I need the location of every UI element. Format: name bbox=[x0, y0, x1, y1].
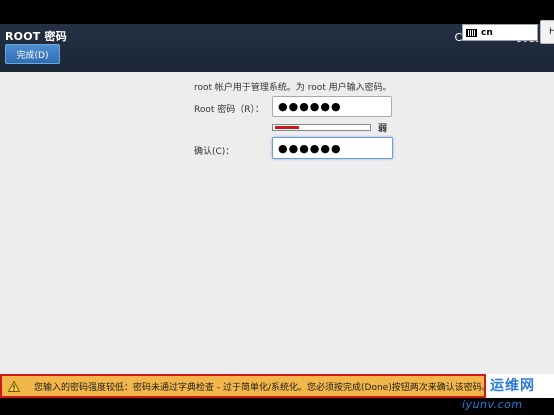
warning-bar[interactable]: 您输入的密码强度较低：密码未通过字典检查 - 过于简单化/系统化。您必须按完成(… bbox=[0, 374, 486, 398]
keyboard-layout-label: cn bbox=[481, 27, 493, 38]
watermark-logo-text: 运维网 bbox=[490, 378, 535, 394]
password-strength-bar bbox=[272, 124, 371, 131]
keyboard-icon bbox=[466, 28, 477, 37]
done-button[interactable]: 完成(D) bbox=[5, 44, 60, 64]
confirm-password-field[interactable]: ●●●●●● bbox=[272, 137, 393, 159]
watermark-url: iyunv.com bbox=[462, 398, 523, 411]
password-strength-label: 弱 bbox=[378, 124, 388, 134]
top-black-bar bbox=[0, 0, 554, 24]
info-text: root 帐户用于管理系统。为 root 用户输入密码。 bbox=[194, 83, 392, 93]
keyboard-layout-indicator[interactable]: cn bbox=[462, 24, 538, 41]
warning-icon bbox=[8, 380, 20, 392]
root-password-field[interactable]: ●●●●●● bbox=[272, 96, 392, 117]
page-title: ROOT 密码 bbox=[5, 30, 67, 43]
content-area: root 帐户用于管理系统。为 root 用户输入密码。 Root 密码（R）：… bbox=[0, 72, 554, 374]
warning-text: 您输入的密码强度较低：密码未通过字典检查 - 过于简单化/系统化。您必须按完成(… bbox=[34, 382, 486, 393]
password-strength-fill bbox=[275, 126, 299, 129]
help-button[interactable]: H bbox=[540, 20, 554, 44]
confirm-password-label: 确认(C)： bbox=[194, 147, 235, 157]
root-password-label: Root 密码（R）： bbox=[194, 105, 265, 115]
